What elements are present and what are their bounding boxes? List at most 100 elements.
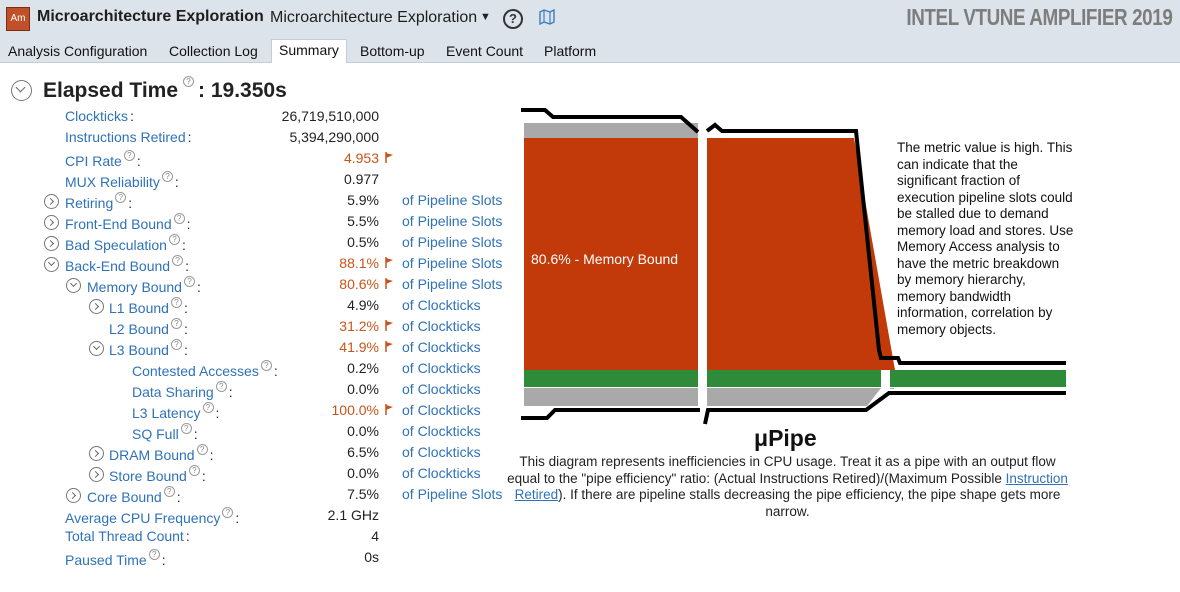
analysis-type-selector[interactable]: Microarchitecture Exploration [270, 9, 477, 27]
metric-unit-link[interactable]: of Pipeline Slots [402, 213, 502, 229]
tab-bottom-up[interactable]: Bottom-up [360, 42, 425, 62]
expand-toggle[interactable] [44, 215, 59, 230]
help-icon[interactable]: ? [260, 360, 272, 371]
metric-label[interactable]: L3 Latency [132, 405, 201, 421]
tab-summary[interactable]: Summary [271, 39, 347, 63]
collapse-toggle[interactable] [89, 341, 104, 356]
metric-name[interactable]: Back-End Bound?: [65, 255, 189, 274]
metric-name[interactable]: Store Bound?: [109, 465, 206, 484]
metric-name[interactable]: Memory Bound?: [87, 276, 201, 295]
help-icon[interactable]: ? [163, 486, 175, 497]
metric-label[interactable]: Back-End Bound [65, 258, 170, 274]
help-icon[interactable]: ? [148, 549, 160, 560]
metric-name[interactable]: Paused Time?: [65, 549, 166, 568]
metric-name[interactable]: L2 Bound?: [109, 318, 188, 337]
metric-label[interactable]: Memory Bound [87, 279, 182, 295]
collapse-toggle[interactable] [44, 257, 59, 272]
metric-name[interactable]: DRAM Bound?: [109, 444, 213, 463]
metric-unit-link[interactable]: of Clockticks [402, 318, 481, 334]
help-icon[interactable]: ? [123, 150, 135, 161]
metric-name[interactable]: L3 Bound?: [109, 339, 188, 358]
metric-label[interactable]: DRAM Bound [109, 447, 195, 463]
metric-label[interactable]: Retiring [65, 195, 113, 211]
metric-name[interactable]: CPI Rate?: [65, 150, 141, 169]
metric-label[interactable]: Clockticks [65, 108, 128, 124]
metric-unit-link[interactable]: of Clockticks [402, 381, 481, 397]
expand-toggle[interactable] [66, 488, 81, 503]
metric-name[interactable]: Retiring?: [65, 192, 132, 211]
help-icon[interactable]: ? [202, 402, 214, 413]
metric-name[interactable]: Data Sharing?: [132, 381, 233, 400]
help-icon[interactable]: ? [170, 318, 182, 329]
metric-label[interactable]: Data Sharing [132, 384, 214, 400]
tab-event-count[interactable]: Event Count [446, 42, 523, 62]
metric-name[interactable]: MUX Reliability?: [65, 171, 179, 190]
help-icon[interactable]: ? [215, 381, 227, 392]
help-icon[interactable]: ? [161, 171, 173, 182]
help-icon[interactable]: ? [188, 465, 200, 476]
metric-name[interactable]: Instructions Retired: [65, 129, 192, 145]
help-icon[interactable]: ? [222, 507, 234, 518]
metric-unit-link[interactable]: of Pipeline Slots [402, 192, 502, 208]
metric-label[interactable]: CPI Rate [65, 153, 122, 169]
metric-unit-link[interactable]: of Pipeline Slots [402, 276, 502, 292]
metric-name[interactable]: Total Thread Count: [65, 528, 190, 544]
metric-label[interactable]: Front-End Bound [65, 216, 172, 232]
tab-collection-log[interactable]: Collection Log [169, 42, 258, 62]
metric-name[interactable]: SQ Full?: [132, 423, 198, 442]
help-icon[interactable]: ? [115, 192, 127, 203]
help-icon[interactable]: ? [180, 423, 192, 434]
metric-label[interactable]: Total Thread Count [65, 528, 184, 544]
metric-unit-link[interactable]: of Clockticks [402, 444, 481, 460]
metric-label[interactable]: SQ Full [132, 426, 179, 442]
help-icon[interactable]: ? [170, 339, 182, 350]
metric-label[interactable]: Paused Time [65, 552, 147, 568]
chevron-down-icon[interactable]: ▼ [480, 11, 491, 23]
metric-unit-link[interactable]: of Clockticks [402, 360, 481, 376]
metric-unit-link[interactable]: of Pipeline Slots [402, 255, 502, 271]
metric-name[interactable]: Average CPU Frequency?: [65, 507, 239, 526]
help-icon[interactable]: ? [170, 297, 182, 308]
metric-name[interactable]: Contested Accesses?: [132, 360, 278, 379]
metric-label[interactable]: Average CPU Frequency [65, 510, 220, 526]
metric-unit-link[interactable]: of Pipeline Slots [402, 486, 502, 502]
metric-label[interactable]: Store Bound [109, 468, 187, 484]
metric-name[interactable]: Clockticks: [65, 108, 134, 124]
map-icon[interactable] [539, 9, 555, 25]
expand-toggle[interactable] [89, 467, 104, 482]
metric-label[interactable]: Instructions Retired [65, 129, 186, 145]
help-icon[interactable]: ? [183, 76, 194, 87]
expand-toggle[interactable] [89, 446, 104, 461]
help-icon[interactable]: ? [172, 255, 184, 266]
metric-unit-link[interactable]: of Clockticks [402, 423, 481, 439]
collapse-toggle[interactable] [66, 278, 81, 293]
metric-label[interactable]: Bad Speculation [65, 237, 167, 253]
metric-name[interactable]: L3 Latency?: [132, 402, 219, 421]
metric-label[interactable]: Contested Accesses [132, 363, 259, 379]
metric-unit-link[interactable]: of Clockticks [402, 465, 481, 481]
metric-label[interactable]: L2 Bound [109, 321, 169, 337]
elapsed-collapse-toggle[interactable] [11, 80, 32, 101]
help-icon[interactable]: ? [503, 9, 523, 29]
metric-label[interactable]: Core Bound [87, 489, 162, 505]
metric-unit-link[interactable]: of Clockticks [402, 402, 481, 418]
metric-unit-link[interactable]: of Clockticks [402, 297, 481, 313]
tab-analysis-configuration[interactable]: Analysis Configuration [8, 42, 147, 62]
help-icon[interactable]: ? [183, 276, 195, 287]
metric-label[interactable]: L1 Bound [109, 300, 169, 316]
metric-label[interactable]: MUX Reliability [65, 174, 160, 190]
expand-toggle[interactable] [44, 194, 59, 209]
metric-name[interactable]: Bad Speculation?: [65, 234, 186, 253]
metric-label[interactable]: L3 Bound [109, 342, 169, 358]
metric-name[interactable]: L1 Bound?: [109, 297, 188, 316]
expand-toggle[interactable] [44, 236, 59, 251]
metric-unit-link[interactable]: of Pipeline Slots [402, 234, 502, 250]
expand-toggle[interactable] [89, 299, 104, 314]
metric-name[interactable]: Core Bound?: [87, 486, 181, 505]
help-icon[interactable]: ? [173, 213, 185, 224]
help-icon[interactable]: ? [168, 234, 180, 245]
metric-name[interactable]: Front-End Bound?: [65, 213, 191, 232]
metric-unit-link[interactable]: of Clockticks [402, 339, 481, 355]
help-icon[interactable]: ? [196, 444, 208, 455]
tab-platform[interactable]: Platform [544, 42, 596, 62]
